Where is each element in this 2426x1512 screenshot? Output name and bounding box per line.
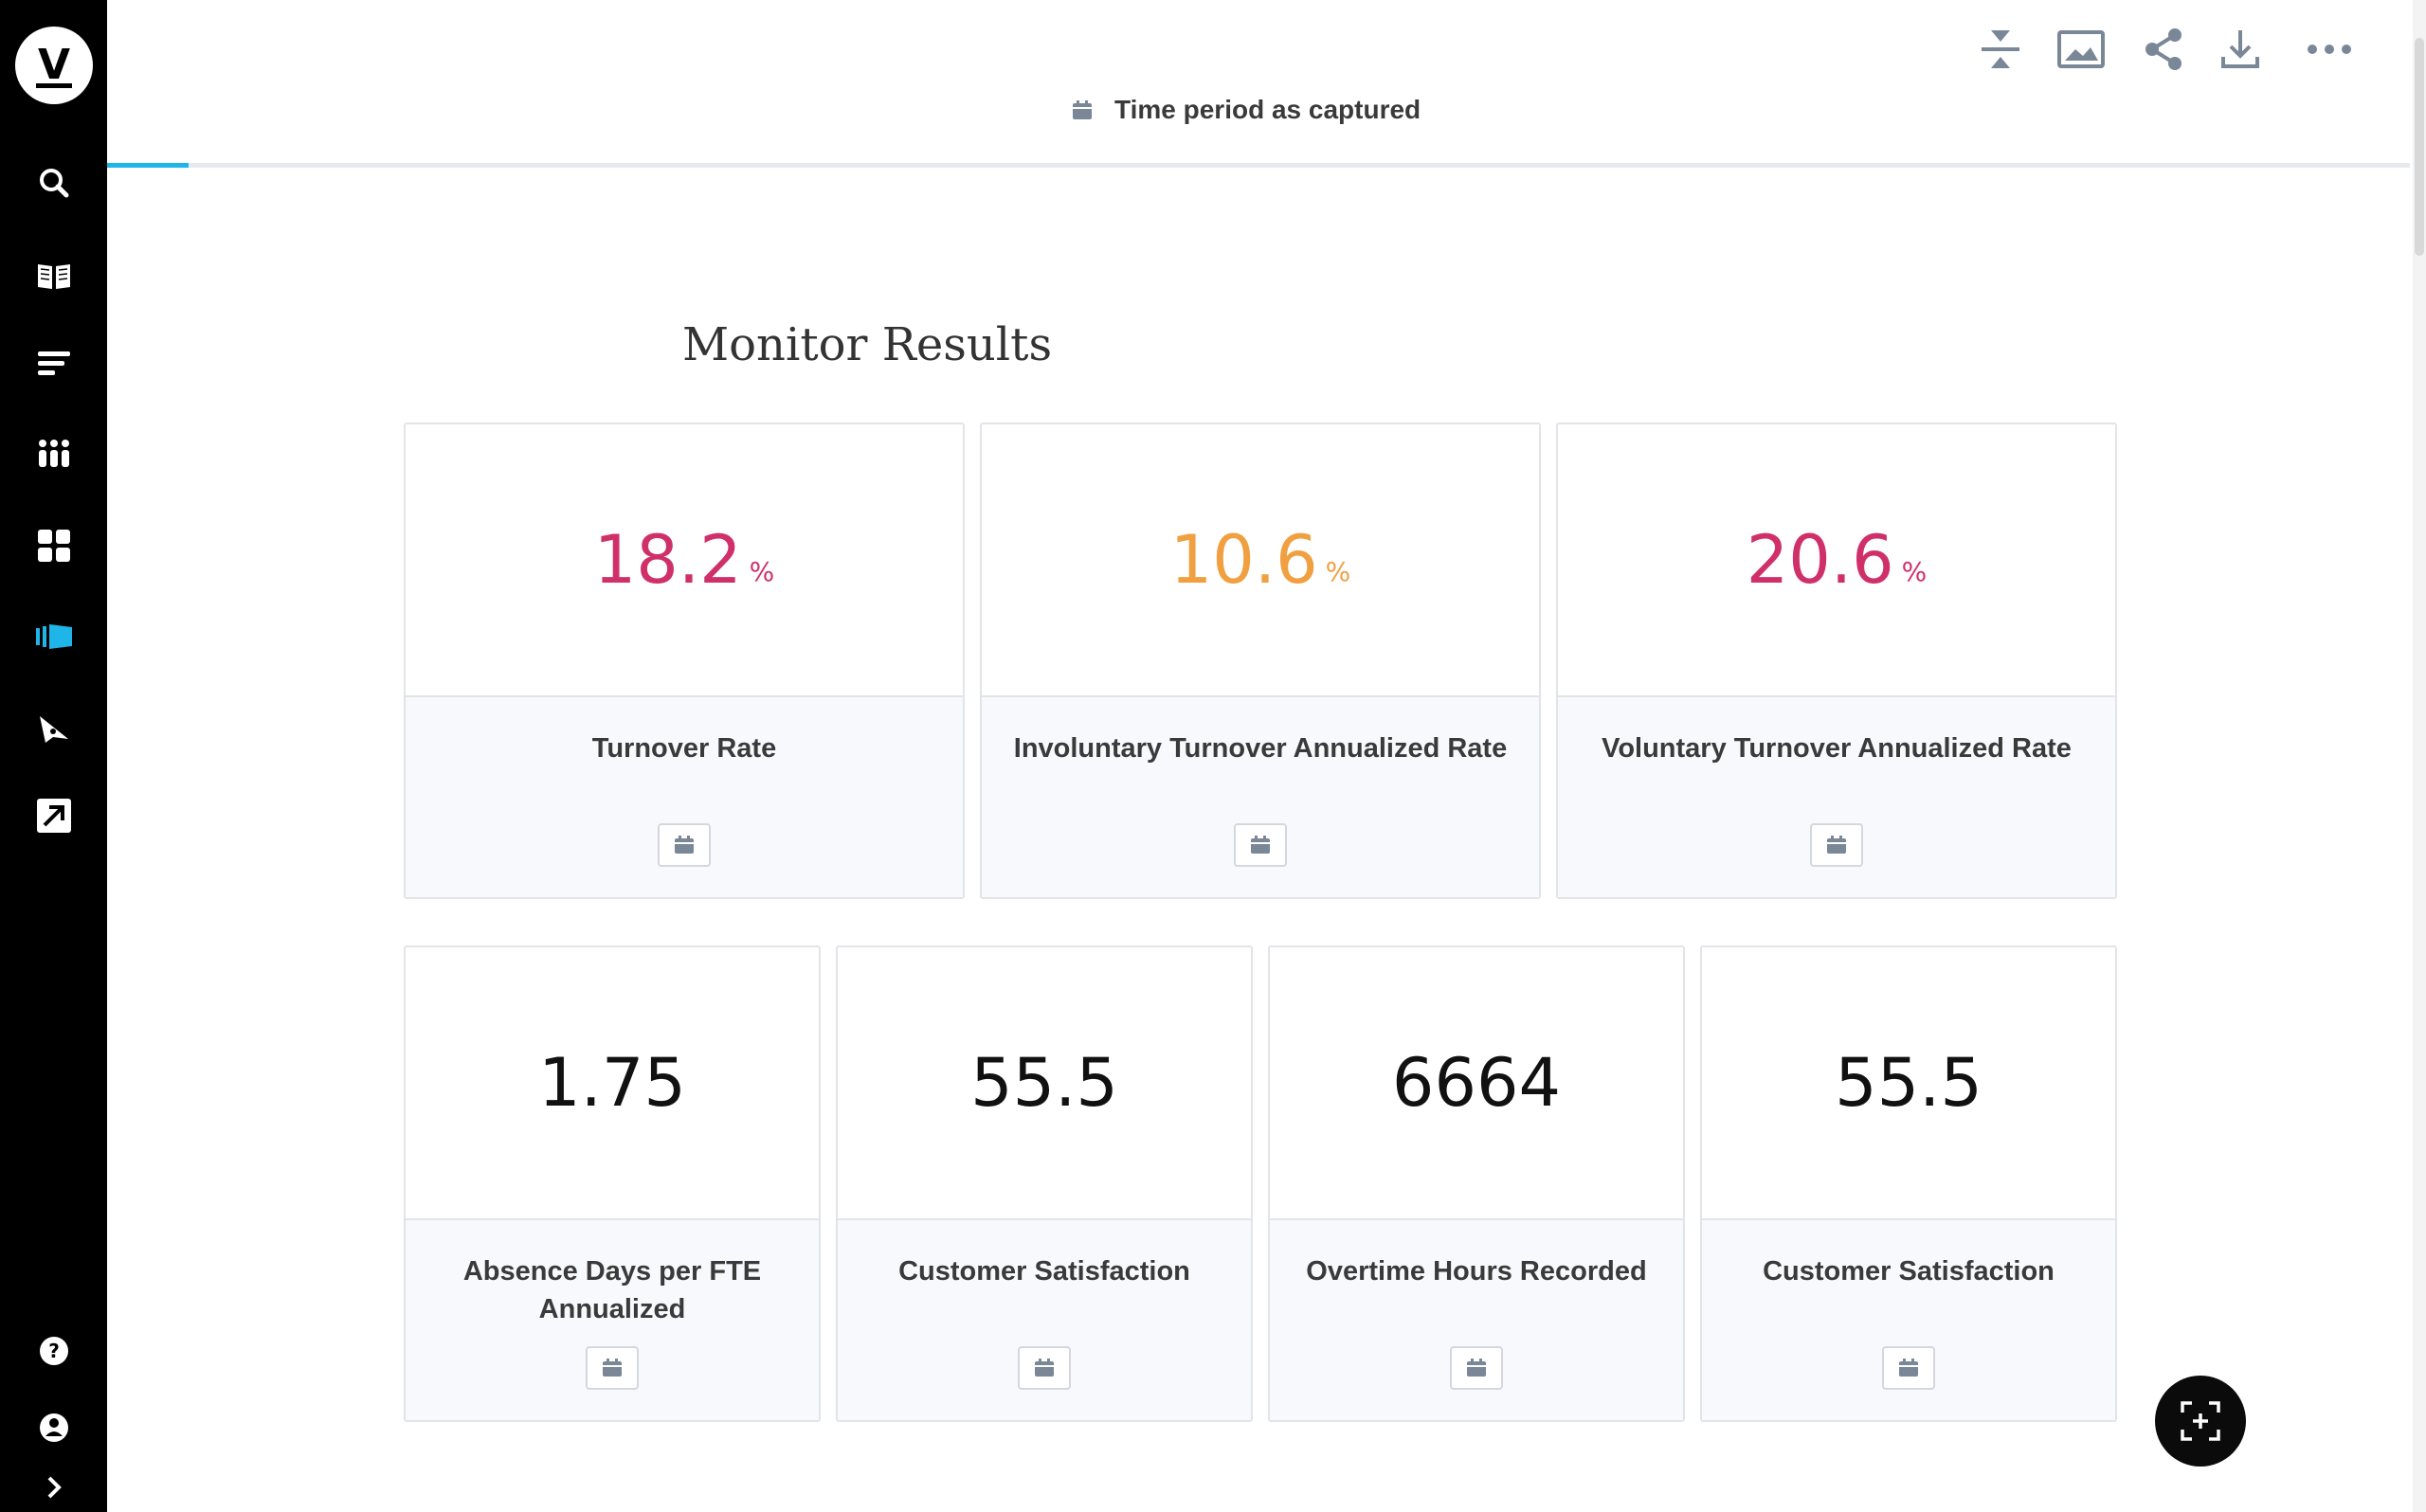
calendar-icon [1071,99,1094,121]
metric-value-area: 10.6 % [982,424,1539,697]
book-icon[interactable] [34,256,74,296]
lines-icon[interactable] [34,344,74,384]
metric-label-area: Absence Days per FTE Annualized [406,1220,819,1420]
metric-value-area: 55.5 [838,947,1251,1220]
metric-value-area: 20.6 % [1558,424,2115,697]
metric-value: 6664 [1391,1044,1562,1122]
metric-unit: % [1325,555,1351,587]
download-icon[interactable] [2216,25,2265,74]
progress-track [107,163,2410,168]
calendar-icon [1899,1359,1918,1377]
calendar-icon [1467,1359,1486,1377]
metric-label-area: Involuntary Turnover Annualized Rate [982,697,1539,897]
metric-card-involuntary-turnover[interactable]: 10.6 % Involuntary Turnover Annualized R… [980,423,1541,899]
more-icon[interactable] [2305,25,2354,74]
search-icon[interactable] [34,163,74,203]
progress-indicator [107,163,189,168]
metric-card-customer-satisfaction-2[interactable]: 55.5 Customer Satisfaction [1700,945,2117,1422]
scrollbar-thumb[interactable] [2415,38,2424,256]
time-period-label: Time period as captured [1114,95,1421,124]
metric-label-area: Turnover Rate [406,697,963,897]
metric-value: 18.2 [593,521,742,599]
page-title: Monitor Results [682,318,1053,371]
metric-card-voluntary-turnover[interactable]: 20.6 % Voluntary Turnover Annualized Rat… [1556,423,2117,899]
metric-card-customer-satisfaction[interactable]: 55.5 Customer Satisfaction [836,945,1253,1422]
metric-value: 20.6 [1746,521,1894,599]
metric-label: Absence Days per FTE Annualized [462,1256,762,1324]
metric-value: 55.5 [970,1044,1118,1122]
logo-letter: V [35,41,73,89]
focus-add-icon [2181,1401,2220,1441]
scrollbar[interactable] [2413,0,2426,1512]
collapse-icon[interactable] [1976,25,2025,74]
share-icon[interactable] [2140,25,2189,74]
metric-value: 10.6 [1169,521,1318,599]
calendar-button[interactable] [1810,823,1863,867]
metric-label-area: Customer Satisfaction [1702,1220,2115,1420]
metric-value: 1.75 [538,1044,686,1122]
calendar-button[interactable] [1018,1346,1071,1390]
metric-label: Involuntary Turnover Annualized Rate [1013,733,1508,764]
add-widget-button[interactable] [2155,1376,2246,1467]
metric-value-area: 18.2 % [406,424,963,697]
user-icon[interactable] [34,1408,74,1448]
time-period-selector[interactable]: Time period as captured [1071,95,1421,125]
tiles-icon[interactable] [34,526,74,566]
metric-label: Customer Satisfaction [1763,1256,2055,1287]
calendar-button[interactable] [586,1346,639,1390]
chevron-right-icon[interactable] [34,1468,74,1508]
sidebar: V ? [0,0,107,1512]
calendar-icon [675,836,694,854]
metric-card-absence-days[interactable]: 1.75 Absence Days per FTE Annualized [404,945,821,1422]
metric-label: Overtime Hours Recorded [1306,1256,1647,1287]
metric-label-area: Customer Satisfaction [838,1220,1251,1420]
metric-unit: % [1901,555,1928,587]
metric-label-area: Voluntary Turnover Annualized Rate [1558,697,2115,897]
calendar-icon [1035,1359,1054,1377]
external-link-icon[interactable] [34,796,74,836]
metric-card-turnover-rate[interactable]: 18.2 % Turnover Rate [404,423,965,899]
calendar-icon [603,1359,622,1377]
calendar-icon [1251,836,1270,854]
presentation-icon[interactable] [34,617,74,657]
metric-value: 55.5 [1835,1044,1982,1122]
metric-label: Customer Satisfaction [898,1256,1190,1287]
metric-label: Turnover Rate [591,733,777,764]
metric-card-overtime-hours[interactable]: 6664 Overtime Hours Recorded [1268,945,1685,1422]
help-icon[interactable]: ? [34,1331,74,1371]
metric-value-area: 1.75 [406,947,819,1220]
metric-value-area: 6664 [1270,947,1683,1220]
svg-text:?: ? [48,1340,60,1362]
metric-unit: % [749,555,775,587]
calendar-button[interactable] [658,823,711,867]
calendar-icon [1827,836,1846,854]
metric-value-area: 55.5 [1702,947,2115,1220]
calendar-button[interactable] [1234,823,1287,867]
calendar-button[interactable] [1450,1346,1503,1390]
app-logo[interactable]: V [15,27,93,104]
calendar-button[interactable] [1882,1346,1935,1390]
metric-label-area: Overtime Hours Recorded [1270,1220,1683,1420]
image-icon[interactable] [2056,25,2106,74]
dots-grid-icon[interactable] [34,434,74,474]
metric-label: Voluntary Turnover Annualized Rate [1602,733,2072,764]
compass-icon[interactable] [34,709,74,748]
